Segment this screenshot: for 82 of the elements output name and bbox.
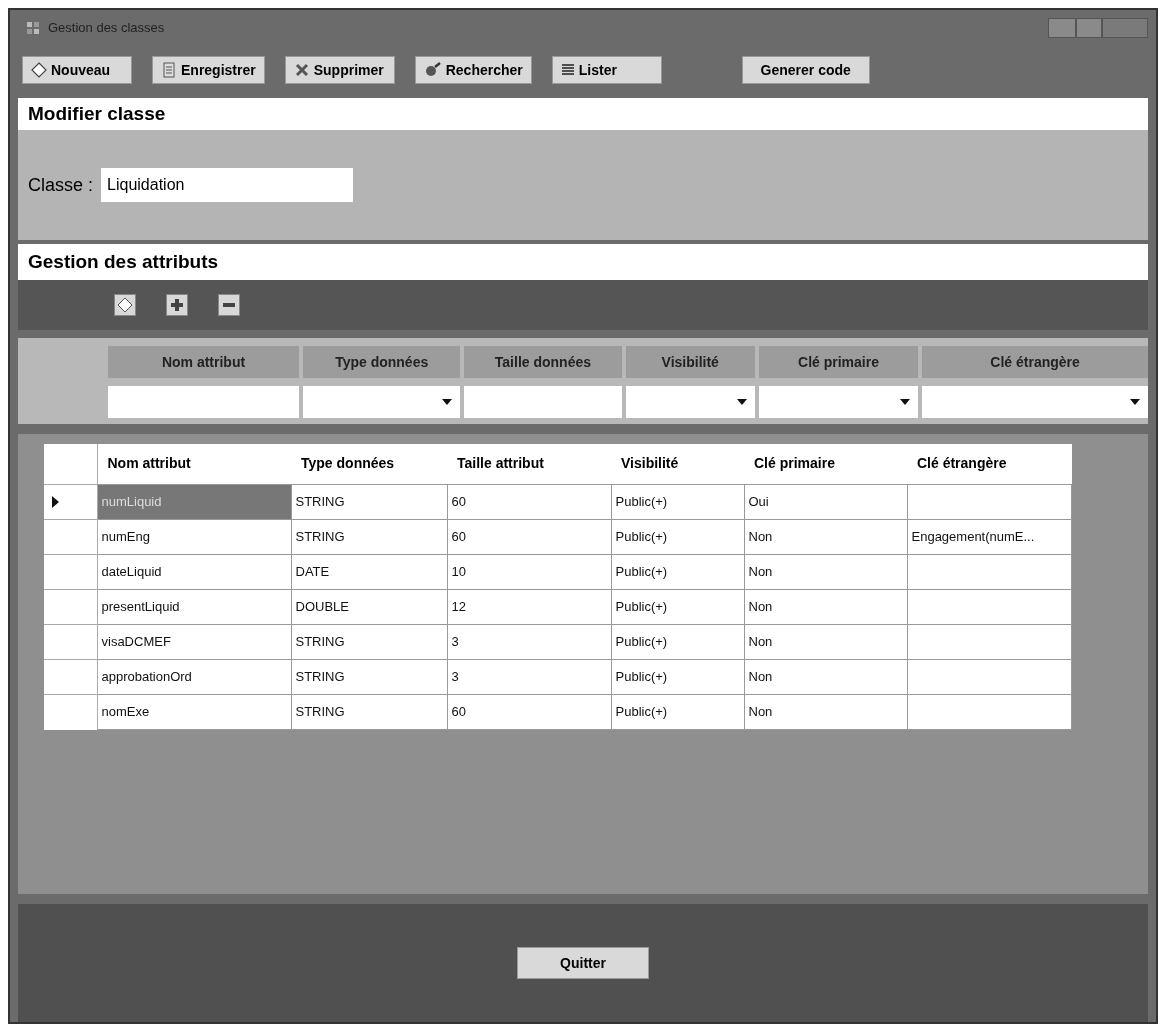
table-cell: Public(+) bbox=[611, 694, 744, 729]
table-cell: STRING bbox=[291, 659, 447, 694]
table-cell: STRING bbox=[291, 694, 447, 729]
toolbar-button[interactable]: Enregistrer bbox=[152, 56, 265, 84]
dropdown-arrow-icon bbox=[736, 399, 747, 405]
filter-field[interactable] bbox=[108, 386, 300, 418]
minimize-button[interactable] bbox=[1048, 18, 1076, 38]
table-cell: Non bbox=[744, 659, 907, 694]
toolbar-button[interactable]: Generer code bbox=[741, 56, 870, 84]
table-cell: Public(+) bbox=[611, 624, 744, 659]
table-cell: numLiquid bbox=[97, 484, 291, 519]
magnifier-icon bbox=[423, 62, 442, 78]
diamond-icon bbox=[31, 62, 47, 78]
table-cell: Non bbox=[744, 589, 907, 624]
table-cell: Public(+) bbox=[611, 484, 744, 519]
table-cell: 3 bbox=[447, 659, 611, 694]
diamond-icon bbox=[117, 297, 133, 313]
list-icon bbox=[560, 63, 575, 77]
table-cell: DATE bbox=[291, 554, 447, 589]
table-cell: Non bbox=[744, 554, 907, 589]
table-cell: Non bbox=[744, 694, 907, 729]
table-cell: Oui bbox=[744, 484, 907, 519]
table-cell: 3 bbox=[447, 624, 611, 659]
column-header: Type données bbox=[291, 444, 447, 484]
table-cell: numEng bbox=[97, 519, 291, 554]
table-cell: Non bbox=[744, 519, 907, 554]
filter-label: Clé primaire bbox=[758, 346, 919, 378]
new-attribute-button[interactable] bbox=[114, 294, 136, 316]
table-cell: 12 bbox=[447, 589, 611, 624]
table-cell: STRING bbox=[291, 519, 447, 554]
table-cell: 60 bbox=[447, 694, 611, 729]
row-header[interactable] bbox=[44, 484, 97, 519]
window-title: Gestion des classes bbox=[48, 19, 165, 38]
toolbar-button[interactable]: Nouveau bbox=[22, 56, 132, 84]
filter-label: Visibilité bbox=[625, 346, 755, 378]
filter-field[interactable] bbox=[464, 386, 622, 418]
quit-button[interactable]: Quitter bbox=[517, 947, 649, 979]
class-name-field[interactable]: Liquidation bbox=[101, 168, 354, 202]
table-cell: 10 bbox=[447, 554, 611, 589]
close-button[interactable] bbox=[1102, 18, 1148, 38]
table-cell: Engagement(numE... bbox=[907, 519, 1071, 554]
table-cell: STRING bbox=[291, 624, 447, 659]
column-header: Nom attribut bbox=[97, 444, 291, 484]
table-cell: dateLiquid bbox=[97, 554, 291, 589]
document-icon bbox=[161, 62, 177, 78]
column-header: Visibilité bbox=[611, 444, 744, 484]
table-cell: nomExe bbox=[97, 694, 291, 729]
toolbar-button[interactable]: Rechercher bbox=[414, 56, 532, 84]
table-cell: Public(+) bbox=[611, 659, 744, 694]
table-cell: Public(+) bbox=[611, 589, 744, 624]
maximize-button[interactable] bbox=[1076, 18, 1102, 38]
dropdown-arrow-icon bbox=[1130, 399, 1140, 405]
toolbar-button[interactable]: Lister bbox=[551, 56, 662, 84]
table-cell: Public(+) bbox=[611, 519, 744, 554]
table-cell: approbationOrd bbox=[97, 659, 291, 694]
plus-icon bbox=[170, 298, 184, 312]
toolbar-button[interactable]: Supprimer bbox=[284, 56, 395, 84]
table-cell: STRING bbox=[291, 484, 447, 519]
add-button[interactable] bbox=[166, 294, 188, 316]
table-cell: visaDCMEF bbox=[97, 624, 291, 659]
filter-label: Clé étrangère bbox=[922, 346, 1148, 378]
cross-icon bbox=[293, 62, 310, 78]
table-cell: DOUBLE bbox=[291, 589, 447, 624]
column-header: Clé étrangère bbox=[907, 444, 1071, 484]
table-cell: 60 bbox=[447, 484, 611, 519]
filter-label: Taille données bbox=[464, 346, 622, 378]
remove-button[interactable] bbox=[218, 294, 240, 316]
filter-label: Type données bbox=[303, 346, 461, 378]
dropdown-arrow-icon bbox=[442, 399, 453, 405]
column-header: Clé primaire bbox=[744, 444, 907, 484]
class-label: Classe : bbox=[28, 173, 94, 197]
table-cell: 60 bbox=[447, 519, 611, 554]
column-header: Taille attribut bbox=[447, 444, 611, 484]
window-icon bbox=[26, 21, 40, 35]
row-pointer-icon bbox=[52, 495, 59, 508]
section-title: Gestion des attributs bbox=[28, 249, 219, 274]
section-title: Modifier classe bbox=[28, 101, 166, 126]
table-cell: presentLiquid bbox=[97, 589, 291, 624]
filter-label: Nom attribut bbox=[108, 346, 300, 378]
table-cell: Non bbox=[744, 624, 907, 659]
dropdown-arrow-icon bbox=[900, 399, 911, 405]
table-cell: Public(+) bbox=[611, 554, 744, 589]
